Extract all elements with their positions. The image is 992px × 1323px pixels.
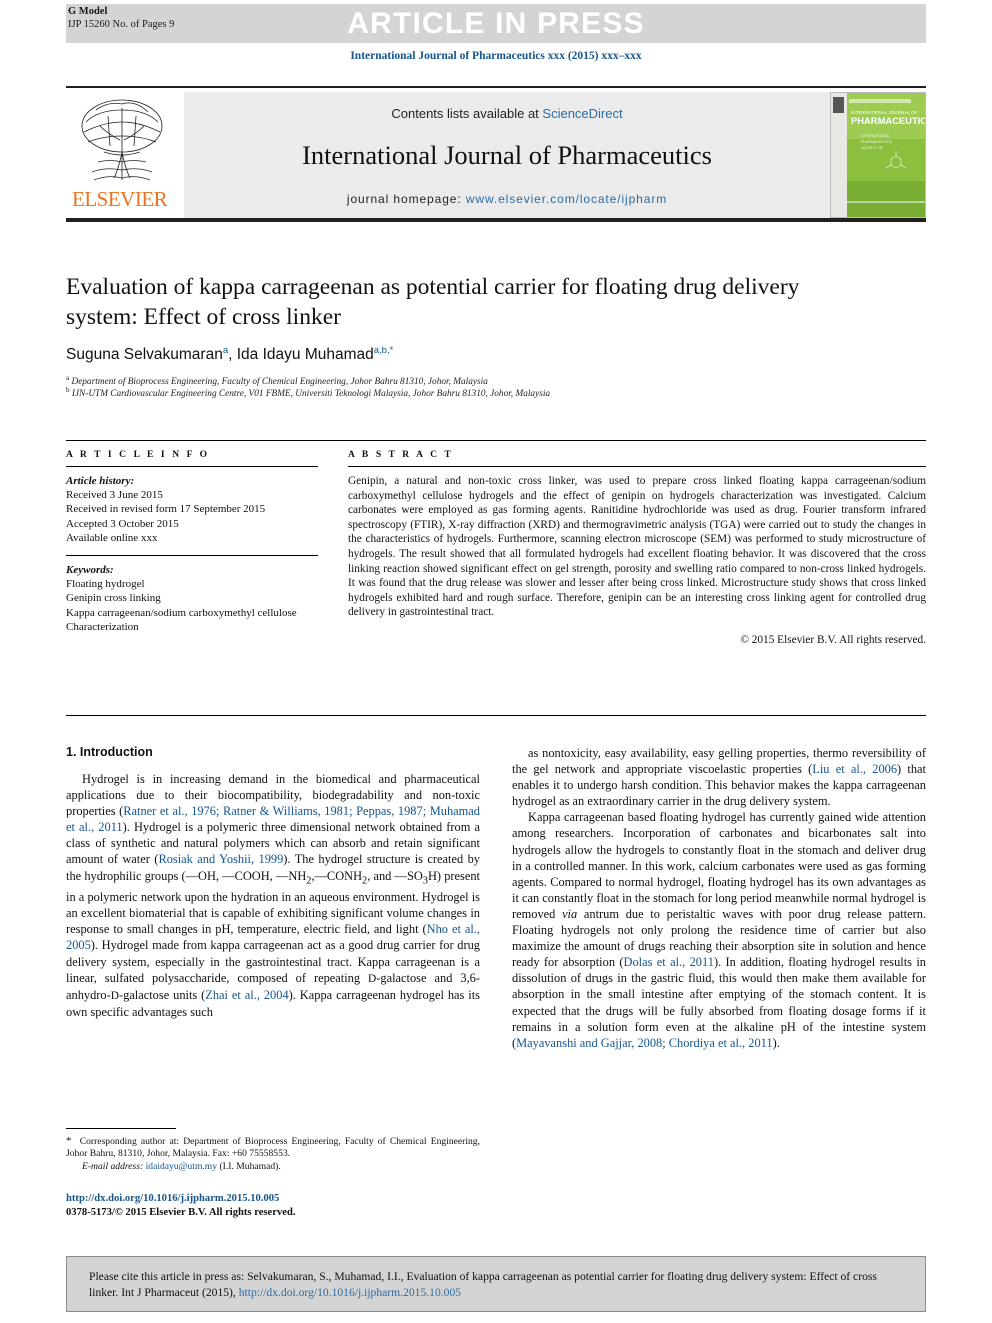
- contents-list-line: Contents lists available at ScienceDirec…: [184, 106, 830, 121]
- keyword-item: Floating hydrogel: [66, 578, 145, 591]
- cover-image: INTERNATIONAL JOURNAL OF PHARMACEUTICS I…: [831, 93, 925, 217]
- keyword-item: Kappa carrageenan/sodium carboxymethyl c…: [66, 606, 297, 619]
- keyword-item: Characterization: [66, 620, 139, 633]
- please-cite-text: Please cite this article in press as: Se…: [89, 1270, 877, 1299]
- article-title: Evaluation of kappa carrageenan as poten…: [66, 274, 800, 330]
- history-item: Received 3 June 2015: [66, 489, 163, 502]
- intro-paragraph-1: Hydrogel is in increasing demand in the …: [66, 772, 480, 1019]
- issn-copyright-line: 0378-5173/© 2015 Elsevier B.V. All right…: [66, 1207, 296, 1218]
- section-heading-introduction: 1. Introduction: [66, 745, 153, 759]
- svg-text:SOCIETY OF: SOCIETY OF: [861, 146, 884, 150]
- history-item: Accepted 3 October 2015: [66, 517, 179, 530]
- abstract-text: Genipin, a natural and non-toxic cross l…: [348, 475, 926, 619]
- article-history-label: Article history:: [66, 475, 135, 487]
- keywords-divider: [66, 555, 318, 557]
- article-info-abstract-block: A R T I C L E I N F O Article history: R…: [66, 440, 926, 646]
- g-model-stamp: G Model IJP 15260 No. of Pages 9: [68, 6, 174, 31]
- masthead-center: Contents lists available at ScienceDirec…: [184, 92, 830, 218]
- abstract-copyright: © 2015 Elsevier B.V. All rights reserved…: [740, 633, 926, 646]
- article-page: ARTICLE IN PRESS G Model IJP 15260 No. o…: [0, 0, 992, 1323]
- journal-title: International Journal of Pharmaceutics: [302, 140, 712, 170]
- journal-masthead: ELSEVIER Contents lists available at Sci…: [66, 86, 926, 222]
- journal-homepage-line: journal homepage: www.elsevier.com/locat…: [184, 192, 830, 206]
- keywords-block: Keywords: Floating hydrogel Genipin cros…: [66, 563, 318, 634]
- affiliation-b: b IJN-UTM Cardiovascular Engineering Cen…: [66, 386, 551, 400]
- elsevier-wordmark: ELSEVIER: [72, 187, 168, 211]
- doi-link[interactable]: http://dx.doi.org/10.1016/j.ijpharm.2015…: [66, 1192, 496, 1206]
- article-info-rule: [66, 466, 318, 467]
- article-history: Article history: Received 3 June 2015 Re…: [66, 474, 318, 545]
- contents-prefix: Contents lists available at: [391, 106, 543, 121]
- history-item: Received in revised form 17 September 20…: [66, 503, 266, 516]
- sciencedirect-link[interactable]: ScienceDirect: [542, 106, 622, 121]
- elsevier-logo: ELSEVIER: [66, 92, 184, 218]
- abstract-rule: [348, 466, 926, 467]
- journal-cover-thumbnail: INTERNATIONAL JOURNAL OF PHARMACEUTICS I…: [830, 92, 926, 218]
- keywords-label: Keywords:: [66, 564, 114, 577]
- svg-text:PHARMACEUTICS: PHARMACEUTICS: [851, 115, 925, 126]
- keyword-item: Genipin cross linking: [66, 592, 161, 605]
- author-list: Suguna Selvakumarana, Ida Idayu Muhamada…: [66, 345, 394, 364]
- doi-block: http://dx.doi.org/10.1016/j.ijpharm.2015…: [66, 1192, 496, 1220]
- article-in-press-label: ARTICLE IN PRESS: [347, 7, 645, 40]
- homepage-prefix: journal homepage:: [346, 192, 466, 206]
- affiliation-b-text: IJN-UTM Cardiovascular Engineering Centr…: [71, 389, 551, 400]
- body-columns: 1. Introduction Hydrogel is in increasin…: [66, 745, 926, 1051]
- history-item: Available online xxx: [66, 531, 158, 544]
- abstract-heading: A B S T R A C T: [348, 450, 454, 460]
- svg-text:INTERNATIONAL: INTERNATIONAL: [861, 134, 890, 138]
- intro-paragraph-1-cont: as nontoxicity, easy availability, easy …: [512, 746, 926, 809]
- svg-text:PHARMACEUTICS: PHARMACEUTICS: [861, 140, 893, 144]
- elsevier-tree-icon: [81, 99, 163, 181]
- footnote-email: E-mail address: idaidayu@utm.my (I.I. Mu…: [82, 1160, 281, 1172]
- body-column-left: 1. Introduction Hydrogel is in increasin…: [66, 745, 480, 1051]
- journal-reference-line: International Journal of Pharmaceutics x…: [350, 50, 642, 62]
- please-cite-box: Please cite this article in press as: Se…: [66, 1256, 926, 1312]
- corresponding-author-footnote: * Corresponding author at: Department of…: [66, 1128, 480, 1173]
- info-block-bottom-rule: [66, 715, 926, 716]
- footnote-rule: [66, 1128, 176, 1129]
- body-column-right: as nontoxicity, easy availability, easy …: [512, 745, 926, 1051]
- g-model-label: G Model: [68, 6, 108, 17]
- article-info-heading: A R T I C L E I N F O: [66, 450, 210, 460]
- intro-paragraph-2: Kappa carrageenan based floating hydroge…: [512, 810, 927, 1050]
- manuscript-number: IJP 15260 No. of Pages 9: [68, 18, 175, 30]
- footnote-address: * Corresponding author at: Department of…: [66, 1135, 480, 1160]
- article-in-press-banner: ARTICLE IN PRESS: [66, 4, 926, 43]
- journal-homepage-link[interactable]: www.elsevier.com/locate/ijpharm: [466, 192, 667, 206]
